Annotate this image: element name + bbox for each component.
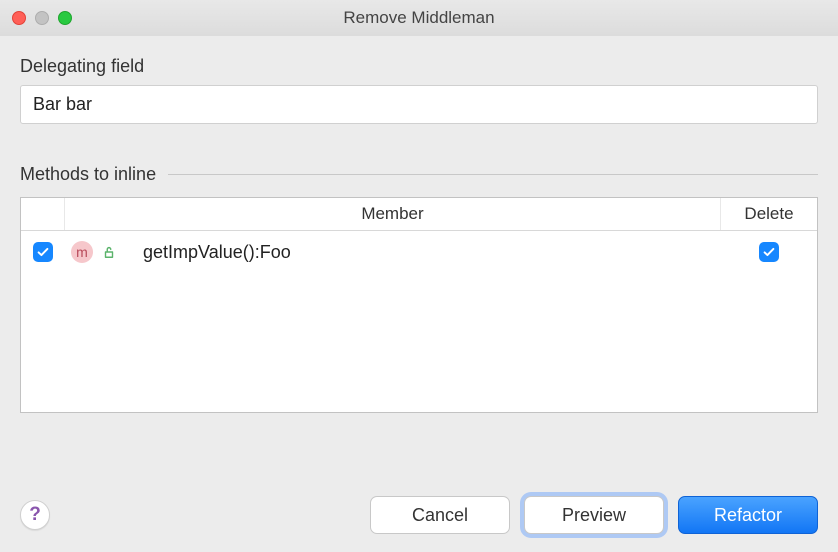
minimize-window-button[interactable] [35,11,49,25]
refactor-button[interactable]: Refactor [678,496,818,534]
footer-buttons: Cancel Preview Refactor [370,496,818,534]
row-delete-checkbox[interactable] [759,242,779,262]
cancel-button[interactable]: Cancel [370,496,510,534]
table-row: m getImpValue():Foo [21,231,817,273]
unlock-icon [101,244,117,260]
help-button[interactable]: ? [20,500,50,530]
methods-section-label: Methods to inline [20,164,156,185]
check-icon [36,245,50,259]
column-member: Member [65,198,721,230]
section-divider [168,174,818,175]
preview-button[interactable]: Preview [524,496,664,534]
dialog-footer: ? Cancel Preview Refactor [20,496,818,534]
zoom-window-button[interactable] [58,11,72,25]
delegating-field-label: Delegating field [20,56,818,77]
delegating-field-value: Bar bar [20,85,818,124]
close-window-button[interactable] [12,11,26,25]
table-header: Member Delete [21,198,817,231]
method-icon: m [71,241,93,263]
methods-section-header: Methods to inline [20,164,818,185]
methods-table: Member Delete m getImpValue():Foo [20,197,818,413]
traffic-lights [12,11,72,25]
member-signature: getImpValue():Foo [143,242,291,263]
row-select-checkbox[interactable] [33,242,53,262]
column-delete: Delete [721,198,817,230]
dialog-content: Delegating field Bar bar Methods to inli… [0,36,838,413]
titlebar: Remove Middleman [0,0,838,36]
check-icon [762,245,776,259]
column-select [21,198,65,230]
window-title: Remove Middleman [343,8,494,28]
